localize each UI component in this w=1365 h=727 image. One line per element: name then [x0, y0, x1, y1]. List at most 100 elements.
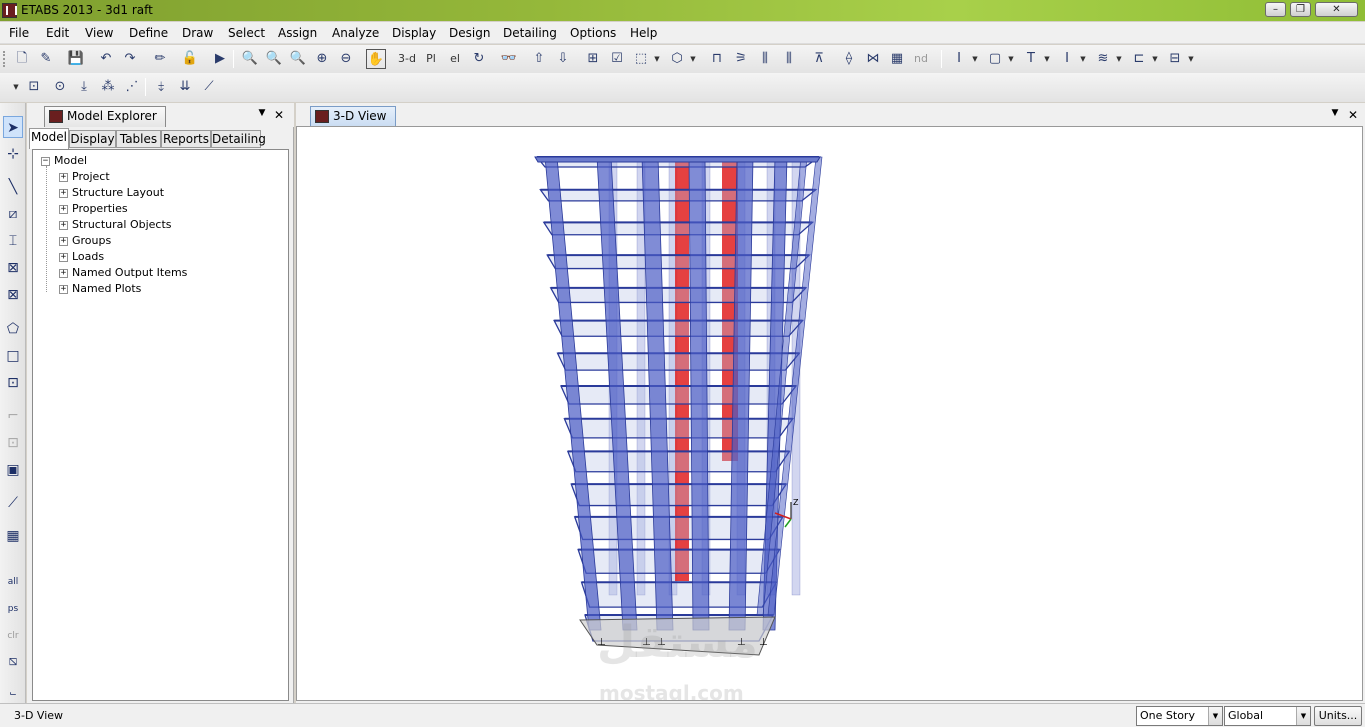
- assign-restraint-icon[interactable]: ⤓: [74, 77, 94, 97]
- box-section-dropdown-icon[interactable]: ▼: [1007, 49, 1015, 69]
- expand-icon[interactable]: +: [59, 253, 68, 262]
- model-canvas[interactable]: ⊥ ⊥ ⊥ ⊥ ⊥ Z مستقل mostaql.com: [296, 126, 1363, 701]
- intersecting-line-select-icon[interactable]: ⧅: [3, 650, 23, 672]
- menu-select[interactable]: Select: [228, 26, 265, 40]
- expand-icon[interactable]: +: [59, 189, 68, 198]
- menu-options[interactable]: Options: [570, 26, 616, 40]
- tab-display[interactable]: Display: [69, 130, 116, 148]
- draw-beam-icon[interactable]: ╲: [3, 176, 23, 198]
- menu-detailing[interactable]: Detailing: [503, 26, 557, 40]
- undo-icon[interactable]: ↶: [96, 49, 116, 69]
- menu-define[interactable]: Define: [129, 26, 168, 40]
- assign-point-icon[interactable]: ⊙: [50, 77, 70, 97]
- quick-draw-column-icon[interactable]: ⊠: [3, 257, 23, 279]
- redo-icon[interactable]: ↷: [120, 49, 140, 69]
- tab-reports[interactable]: Reports: [161, 130, 211, 148]
- view-close-icon[interactable]: ✕: [1346, 108, 1360, 122]
- draw-frame-region-icon[interactable]: ⧄: [3, 203, 23, 225]
- tree-item-loads[interactable]: + Loads: [59, 250, 104, 264]
- menu-design[interactable]: Design: [449, 26, 490, 40]
- set-display-options-icon[interactable]: ⊞: [583, 49, 603, 69]
- pencil-icon[interactable]: ✏: [150, 49, 170, 69]
- expand-icon[interactable]: +: [59, 205, 68, 214]
- minimize-button[interactable]: –: [1265, 2, 1286, 17]
- link-icon[interactable]: ⟠: [839, 49, 859, 69]
- tee-section-dropdown-icon[interactable]: ▼: [1043, 49, 1051, 69]
- tab-model[interactable]: Model: [29, 128, 69, 149]
- beam-section-dropdown-icon[interactable]: ▼: [1079, 49, 1087, 69]
- tab-detailing[interactable]: Detailing: [211, 130, 266, 148]
- channel-section-dropdown-icon[interactable]: ▼: [1151, 49, 1159, 69]
- beam-section-icon[interactable]: Ⅰ: [1057, 49, 1077, 69]
- building-3d-model[interactable]: ⊥ ⊥ ⊥ ⊥ ⊥Z: [297, 127, 1363, 701]
- draw-grid-icon[interactable]: ▦: [3, 525, 23, 547]
- tree-item-named-output-items[interactable]: + Named Output Items: [59, 266, 187, 280]
- snap-options-icon[interactable]: ⌙: [3, 683, 23, 699]
- perspective-icon[interactable]: 👓: [499, 49, 519, 69]
- assign-frame-load-icon[interactable]: ⇊: [175, 77, 195, 97]
- tree-item-structural-objects[interactable]: + Structural Objects: [59, 218, 172, 232]
- elevation-view-button[interactable]: el: [445, 49, 465, 69]
- tree-item-groups[interactable]: + Groups: [59, 234, 111, 248]
- view-3d-button[interactable]: 3-d: [396, 49, 418, 69]
- zoom-window-icon[interactable]: 🔍: [240, 49, 260, 69]
- expand-icon[interactable]: +: [59, 285, 68, 294]
- check-icon[interactable]: ☑: [607, 49, 627, 69]
- assign-joint-icon[interactable]: ⊡: [24, 77, 44, 97]
- hatch-icon[interactable]: ≋: [1093, 49, 1113, 69]
- expand-icon[interactable]: +: [59, 237, 68, 246]
- expand-icon[interactable]: +: [59, 173, 68, 182]
- restore-button[interactable]: ❐: [1290, 2, 1311, 17]
- draw-polygon-icon[interactable]: ⬠: [3, 318, 23, 340]
- tree-item-properties[interactable]: + Properties: [59, 202, 128, 216]
- collapse-icon[interactable]: −: [41, 157, 50, 166]
- tab-tables[interactable]: Tables: [116, 130, 161, 148]
- node-button[interactable]: nd: [911, 49, 931, 69]
- close-window-button[interactable]: ✕: [1315, 2, 1358, 17]
- i-section-dropdown-icon[interactable]: ▼: [971, 49, 979, 69]
- tree-item-structure-layout[interactable]: + Structure Layout: [59, 186, 164, 200]
- reshape-icon[interactable]: ⊹: [3, 143, 23, 165]
- hatch-dropdown-icon[interactable]: ▼: [1115, 49, 1123, 69]
- tree-item-named-plots[interactable]: + Named Plots: [59, 282, 141, 296]
- draw-brace-icon[interactable]: ⊠: [3, 284, 23, 306]
- coordinate-system-select[interactable]: Global ▼: [1224, 706, 1311, 726]
- tree-root-model[interactable]: − Model: [41, 154, 87, 168]
- expand-icon[interactable]: +: [59, 221, 68, 230]
- wall-stack-icon[interactable]: ⫼: [779, 49, 799, 69]
- menu-draw[interactable]: Draw: [182, 26, 213, 40]
- menu-assign[interactable]: Assign: [278, 26, 317, 40]
- object-shrink-icon[interactable]: ⬚: [631, 49, 651, 69]
- menu-analyze[interactable]: Analyze: [332, 26, 379, 40]
- box-section-icon[interactable]: ▢: [985, 49, 1005, 69]
- move-down-icon[interactable]: ⇩: [553, 49, 573, 69]
- column-section-icon[interactable]: ⊟: [1165, 49, 1185, 69]
- quick-draw-area-icon[interactable]: ⊡: [3, 372, 23, 394]
- draw-rectangle-icon[interactable]: □: [3, 345, 23, 367]
- story-select[interactable]: One Story ▼: [1136, 706, 1223, 726]
- menu-display[interactable]: Display: [392, 26, 436, 40]
- explorer-title-tab[interactable]: Model Explorer: [44, 106, 166, 127]
- open-model-icon[interactable]: ✎: [36, 49, 56, 69]
- explorer-close-icon[interactable]: ✕: [272, 108, 286, 122]
- channel-section-icon[interactable]: ⊏: [1129, 49, 1149, 69]
- draw-column-icon[interactable]: ⌶: [3, 230, 23, 252]
- move-up-icon[interactable]: ⇧: [529, 49, 549, 69]
- draw-opening-icon[interactable]: ▣: [3, 459, 23, 481]
- spring-icon[interactable]: ⋈: [863, 49, 883, 69]
- rotate-view-icon[interactable]: ↻: [469, 49, 489, 69]
- brace-icon[interactable]: ⊼: [809, 49, 829, 69]
- toolbar-grip[interactable]: [3, 51, 6, 67]
- shell-icon[interactable]: ▦: [887, 49, 907, 69]
- i-section-icon[interactable]: I: [949, 49, 969, 69]
- menu-help[interactable]: Help: [630, 26, 657, 40]
- assign-dropdown-icon[interactable]: ▼: [12, 77, 20, 97]
- expand-icon[interactable]: +: [59, 269, 68, 278]
- view-title-tab[interactable]: 3-D View: [310, 106, 396, 127]
- frame-icon[interactable]: ⊓: [707, 49, 727, 69]
- extrude-dropdown-icon[interactable]: ▼: [689, 49, 697, 69]
- tee-section-icon[interactable]: T: [1021, 49, 1041, 69]
- menu-file[interactable]: File: [9, 26, 29, 40]
- chevron-down-icon[interactable]: ▼: [1296, 707, 1310, 725]
- column-section-dropdown-icon[interactable]: ▼: [1187, 49, 1195, 69]
